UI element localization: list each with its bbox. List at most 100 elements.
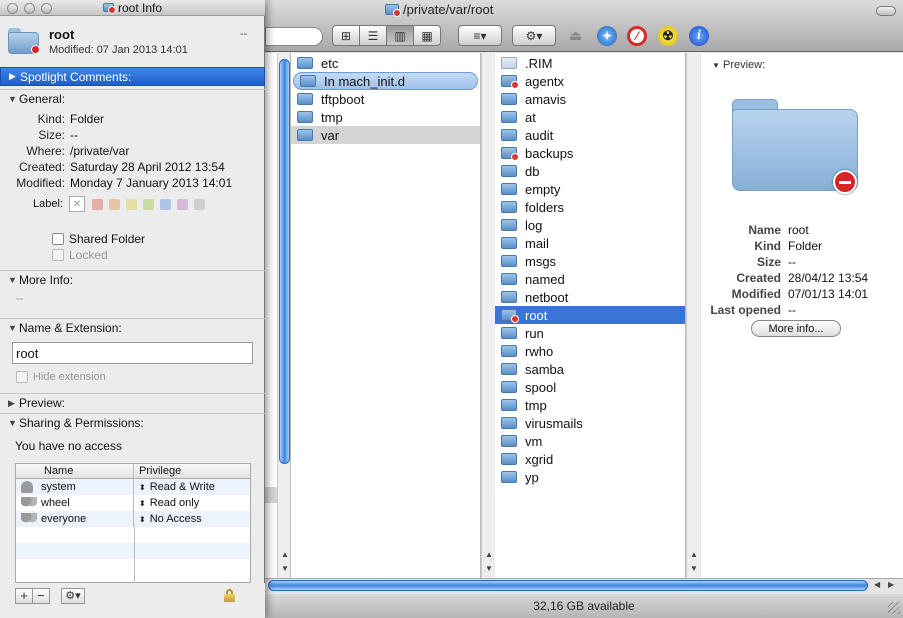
column-2-item[interactable]: run: [495, 324, 685, 342]
column-2-item[interactable]: spool: [495, 378, 685, 396]
column-2-item[interactable]: audit: [495, 126, 685, 144]
checkbox[interactable]: [52, 233, 64, 245]
name-column-header[interactable]: Name: [16, 464, 134, 478]
no-label-swatch[interactable]: ✕: [69, 196, 85, 212]
column-2-item[interactable]: at: [495, 108, 685, 126]
minimize-button[interactable]: [24, 3, 35, 14]
spotlight-comments-header[interactable]: ▶ Spotlight Comments:: [0, 67, 265, 86]
permission-row[interactable]: system ⬍ Read & Write: [16, 479, 250, 495]
icon-view-button[interactable]: ⊞: [332, 25, 360, 46]
resize-grip[interactable]: [888, 602, 900, 614]
eject-icon[interactable]: ⏏: [569, 27, 582, 44]
column-2-item[interactable]: yp: [495, 468, 685, 486]
privilege-popup[interactable]: ⬍ No Access: [134, 513, 202, 525]
list-view-button[interactable]: ☰: [359, 25, 387, 46]
scroll-thumb[interactable]: [279, 59, 290, 464]
prohibited-icon[interactable]: ⁄: [627, 26, 647, 46]
column-2-item[interactable]: .RIM: [495, 54, 685, 72]
radiation-icon[interactable]: ☢: [658, 26, 678, 46]
more-info-header[interactable]: ▼ More Info:: [0, 270, 265, 289]
toolbar-toggle-button[interactable]: [876, 6, 896, 16]
column-2-item[interactable]: amavis: [495, 90, 685, 108]
arrange-button[interactable]: ≡▾: [458, 25, 502, 46]
column-2-item[interactable]: db: [495, 162, 685, 180]
scroll-up-arrow[interactable]: ▲: [687, 550, 701, 559]
column-2-item[interactable]: msgs: [495, 252, 685, 270]
permission-row[interactable]: everyone ⬍ No Access: [16, 511, 250, 527]
scroll-down-arrow[interactable]: ▼: [687, 564, 701, 573]
label-color-swatch[interactable]: [194, 198, 205, 210]
gear-icon[interactable]: ⚙▾: [61, 588, 85, 604]
column-2-item[interactable]: empty: [495, 180, 685, 198]
scroll-left-arrow[interactable]: ◀: [874, 580, 880, 589]
label-color-swatch[interactable]: [177, 198, 188, 210]
column-2-item[interactable]: folders: [495, 198, 685, 216]
scroll-up-arrow[interactable]: ▲: [278, 550, 290, 559]
folder-icon: [501, 219, 517, 231]
label-color-swatch[interactable]: [143, 198, 154, 210]
privilege-popup[interactable]: ⬍ Read only: [134, 497, 199, 509]
more-info-button[interactable]: More info...: [751, 320, 841, 337]
column-2-item[interactable]: mail: [495, 234, 685, 252]
column-2-item[interactable]: samba: [495, 360, 685, 378]
scroll-down-arrow[interactable]: ▼: [482, 564, 496, 573]
column-1-item[interactable]: tmp: [291, 108, 480, 126]
name-field[interactable]: root: [12, 342, 253, 364]
cover-flow-button[interactable]: ▦: [413, 25, 441, 46]
action-button[interactable]: ⚙▾: [512, 25, 556, 46]
column-1-item[interactable]: etc: [291, 54, 480, 72]
label-color-swatch[interactable]: [126, 198, 137, 210]
scroll-up-arrow[interactable]: ▲: [482, 550, 496, 559]
column-1-item[interactable]: In mach_init.d: [293, 72, 478, 90]
column-2-item[interactable]: rwho: [495, 342, 685, 360]
column-2-item[interactable]: named: [495, 270, 685, 288]
folder-icon: [501, 93, 517, 105]
label-color-swatch[interactable]: [109, 198, 120, 210]
hide-extension-checkbox[interactable]: Hide extension: [16, 371, 106, 383]
preview-header[interactable]: ▼ Preview:: [712, 59, 765, 71]
safari-compass-icon[interactable]: ✦: [597, 26, 617, 46]
column-2-item[interactable]: vm: [495, 432, 685, 450]
scroll-right-arrow[interactable]: ▶: [888, 580, 894, 589]
label-color-swatch[interactable]: [92, 198, 103, 210]
column-2-item[interactable]: virusmails: [495, 414, 685, 432]
checkbox[interactable]: [16, 371, 28, 383]
column-2-scrollbar[interactable]: ▲ ▼: [686, 53, 700, 578]
scroll-down-arrow[interactable]: ▼: [278, 564, 290, 573]
path-field[interactable]: [265, 27, 323, 46]
sharing-permissions-header[interactable]: ▼ Sharing & Permissions:: [0, 413, 265, 432]
info-icon[interactable]: i: [689, 26, 709, 46]
close-button[interactable]: [7, 3, 18, 14]
checkbox[interactable]: [52, 249, 64, 261]
horizontal-scroll-thumb[interactable]: [268, 580, 868, 591]
folder-icon: [501, 201, 517, 213]
column-2-item[interactable]: xgrid: [495, 450, 685, 468]
column-1-scrollbar[interactable]: ▲ ▼: [481, 53, 495, 578]
name-extension-header[interactable]: ▼ Name & Extension:: [0, 318, 265, 337]
column-2-item[interactable]: netboot: [495, 288, 685, 306]
shared-folder-checkbox[interactable]: Shared Folder: [52, 232, 145, 246]
lock-icon[interactable]: [224, 589, 235, 602]
general-header[interactable]: ▼ General:: [0, 89, 265, 108]
privilege-popup[interactable]: ⬍ Read & Write: [134, 481, 215, 493]
locked-checkbox[interactable]: Locked: [52, 248, 108, 262]
column-2-item[interactable]: log: [495, 216, 685, 234]
column-2-item[interactable]: agentx: [495, 72, 685, 90]
view-mode-segmented-control[interactable]: ⊞ ☰ ▥ ▦: [332, 25, 441, 46]
column-1-item[interactable]: var: [291, 126, 480, 144]
column-view-button[interactable]: ▥: [386, 25, 414, 46]
folder-icon: [501, 345, 517, 357]
item-label: backups: [525, 145, 574, 161]
label-color-swatch[interactable]: [160, 198, 171, 210]
column-0-scrollbar[interactable]: ▲ ▼: [277, 53, 290, 578]
permission-row[interactable]: wheel ⬍ Read only: [16, 495, 250, 511]
column-2-item[interactable]: backups: [495, 144, 685, 162]
preview-header[interactable]: ▶ Preview:: [0, 393, 265, 412]
add-user-button[interactable]: +: [15, 588, 33, 604]
privilege-column-header[interactable]: Privilege: [134, 464, 181, 478]
column-2-item[interactable]: tmp: [495, 396, 685, 414]
column-1-item[interactable]: tftpboot: [291, 90, 480, 108]
zoom-button[interactable]: [41, 3, 52, 14]
column-2-item[interactable]: root: [495, 306, 685, 324]
remove-user-button[interactable]: −: [32, 588, 50, 604]
